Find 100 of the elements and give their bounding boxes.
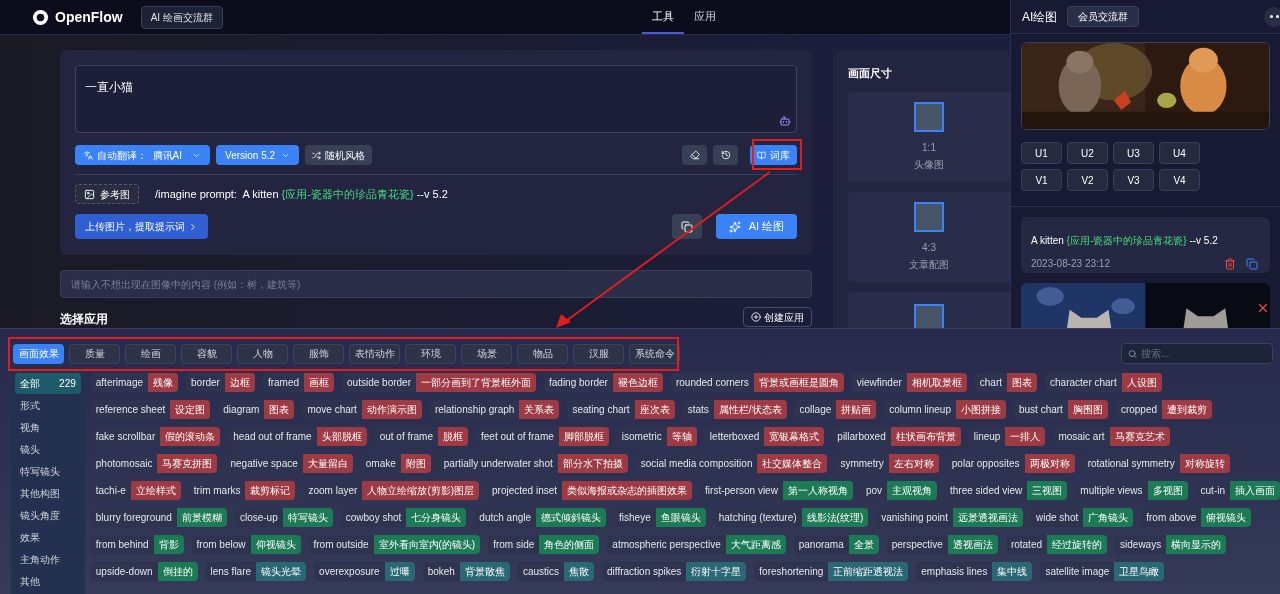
- create-app-button[interactable]: 创建应用: [743, 307, 812, 327]
- keyword-tag[interactable]: multiple views 多视图: [1075, 481, 1188, 500]
- keyword-tag[interactable]: foreshortening 正前缩距透视法: [754, 562, 909, 581]
- size-option[interactable]: 1:1 头像图: [848, 91, 1010, 182]
- keyword-tag[interactable]: caustics 焦散: [517, 562, 595, 581]
- keyword-tag[interactable]: reference sheet 设定图: [90, 400, 211, 419]
- keyword-tag[interactable]: panorama 全景: [793, 535, 879, 554]
- version-dropdown[interactable]: Version 5.2: [216, 145, 300, 165]
- keyword-tag[interactable]: move chart 动作演示图: [302, 400, 422, 419]
- reference-image-button[interactable]: 参考图: [75, 184, 139, 204]
- category-tab[interactable]: 物品: [517, 343, 568, 364]
- category-tab[interactable]: 绘画: [125, 343, 176, 364]
- keyword-tag[interactable]: stats 属性栏/状态表: [682, 400, 787, 419]
- more-button[interactable]: [1264, 6, 1280, 27]
- keyword-tag[interactable]: afterimage 残像: [90, 373, 179, 392]
- copy-button[interactable]: [672, 214, 702, 239]
- group-item[interactable]: 主角动作: [15, 549, 81, 570]
- random-style-button[interactable]: 随机风格: [305, 145, 373, 165]
- keyword-tag[interactable]: bust chart 胸围图: [1014, 400, 1108, 419]
- keyword-tag[interactable]: satellite image 卫星鸟瞰: [1040, 562, 1165, 581]
- variation-button[interactable]: V3: [1113, 169, 1154, 191]
- nav-tab[interactable]: 工具: [641, 0, 684, 34]
- keyword-tag[interactable]: blurry foreground 前景模糊: [90, 508, 227, 527]
- keyword-tag[interactable]: zoom layer 人物立绘缩放(剪影)图层: [303, 481, 480, 500]
- keyword-tag[interactable]: outside border 一部分画到了背景框外面: [342, 373, 536, 392]
- keyword-tag[interactable]: vanishing point 远景透视画法: [876, 508, 1023, 527]
- keyword-tag[interactable]: lens flare 镜头光晕: [205, 562, 307, 581]
- keyword-tag[interactable]: bokeh 背景散焦: [422, 562, 510, 581]
- delete-icon[interactable]: [1224, 257, 1236, 270]
- keyword-tag[interactable]: column lineup 小图拼接: [884, 400, 1006, 419]
- keyword-tag[interactable]: seating chart 座次表: [567, 400, 675, 419]
- keyword-tag[interactable]: hatching (texture) 线影法(纹理): [713, 508, 869, 527]
- keyword-tag[interactable]: from outside 室外看向室内(的镜头): [308, 535, 481, 554]
- keyword-tag[interactable]: pov 主观视角: [860, 481, 938, 500]
- upscale-button[interactable]: U1: [1021, 142, 1062, 164]
- member-group-button[interactable]: 会员交流群: [1067, 6, 1140, 27]
- keyword-tag[interactable]: rotated 经过旋转的: [1005, 535, 1108, 554]
- nav-tab[interactable]: 应用: [683, 0, 726, 34]
- group-item[interactable]: 其他构图: [15, 483, 81, 504]
- group-item[interactable]: 视角: [15, 417, 81, 438]
- group-item[interactable]: 镜头角度: [15, 505, 81, 526]
- category-tab[interactable]: 质量: [69, 343, 120, 364]
- keyword-tag[interactable]: relationship graph 关系表: [429, 400, 560, 419]
- size-option[interactable]: 4:3 文章配图: [848, 191, 1010, 282]
- draw-button[interactable]: AI 绘图: [716, 214, 797, 239]
- keyword-tag[interactable]: collage 拼贴画: [794, 400, 877, 419]
- keyword-tag[interactable]: cowboy shot 七分身镜头: [340, 508, 467, 527]
- keyword-tag[interactable]: from above 俯视镜头: [1141, 508, 1252, 527]
- keyword-tag[interactable]: fisheye 鱼眼镜头: [614, 508, 706, 527]
- keyword-tag[interactable]: from below 仰视镜头: [191, 535, 301, 554]
- keyword-tag[interactable]: perspective 透视画法: [886, 535, 998, 554]
- negative-prompt-input[interactable]: 请输入不想出现在图像中的内容 (例如：树，建筑等): [71, 276, 801, 292]
- prompt-field[interactable]: 一直小猫: [75, 65, 797, 133]
- keyword-tag[interactable]: from behind 背影: [90, 535, 184, 554]
- group-item[interactable]: 其他: [15, 571, 81, 592]
- keyword-tag[interactable]: diagram 图表: [218, 400, 295, 419]
- category-tab[interactable]: 系统命令: [629, 343, 680, 364]
- group-item[interactable]: 特写镜头: [15, 461, 81, 482]
- keyword-tag[interactable]: from side 角色的侧面: [488, 535, 600, 554]
- assistant-icon[interactable]: [779, 115, 791, 127]
- category-tab[interactable]: 表情动作: [349, 343, 400, 364]
- variation-button[interactable]: V4: [1159, 169, 1200, 191]
- keyword-tag[interactable]: character chart 人设图: [1045, 373, 1162, 392]
- upscale-button[interactable]: U4: [1159, 142, 1200, 164]
- category-tab[interactable]: 画面效果: [13, 343, 64, 364]
- keyword-tag[interactable]: border 边框: [186, 373, 255, 392]
- upscale-button[interactable]: U2: [1067, 142, 1108, 164]
- keyword-tag[interactable]: framed 画框: [262, 373, 335, 392]
- copy-icon[interactable]: [1246, 257, 1258, 270]
- keyword-tag[interactable]: upside-down 倒挂的: [90, 562, 198, 581]
- category-tab[interactable]: 人物: [237, 343, 288, 364]
- category-tab[interactable]: 场景: [461, 343, 512, 364]
- keyword-tag[interactable]: dutch angle 德式倾斜镜头: [474, 508, 607, 527]
- search-input[interactable]: 搜索...: [1141, 346, 1266, 361]
- search-field[interactable]: 搜索...: [1121, 343, 1273, 364]
- variation-button[interactable]: V2: [1067, 169, 1108, 191]
- category-tab[interactable]: 容貌: [181, 343, 232, 364]
- upload-image-button[interactable]: 上传图片，提取提示词: [75, 214, 208, 239]
- keyword-tag[interactable]: sideways 横向显示的: [1115, 535, 1227, 554]
- keyword-tag[interactable]: emphasis lines 集中线: [916, 562, 1033, 581]
- keyword-tag[interactable]: trim marks 裁剪标记: [188, 481, 296, 500]
- keyword-tag[interactable]: close-up 特写镜头: [234, 508, 333, 527]
- keyword-tag[interactable]: fading border 褪色边框: [544, 373, 663, 392]
- group-item[interactable]: 效果: [15, 527, 81, 548]
- keyword-tag[interactable]: viewfinder 相机取景框: [851, 373, 967, 392]
- history-button[interactable]: [713, 145, 738, 165]
- keyword-tag[interactable]: diffraction spikes 衍射十字星: [602, 562, 747, 581]
- upscale-button[interactable]: U3: [1113, 142, 1154, 164]
- group-badge[interactable]: AI 绘画交流群: [140, 5, 223, 29]
- keyword-tag[interactable]: chart 图表: [974, 373, 1038, 392]
- library-button[interactable]: 词库: [750, 145, 797, 165]
- translate-dropdown[interactable]: 自动翻译： 腾讯AI: [75, 145, 210, 165]
- variation-button[interactable]: V1: [1021, 169, 1062, 191]
- category-tab[interactable]: 环境: [405, 343, 456, 364]
- category-tab[interactable]: 服饰: [293, 343, 344, 364]
- eraser-button[interactable]: [682, 145, 707, 165]
- keyword-tag[interactable]: wide shot 广角镜头: [1030, 508, 1134, 527]
- keyword-tag[interactable]: three sided view 三视图: [945, 481, 1068, 500]
- negative-prompt-field[interactable]: 请输入不想出现在图像中的内容 (例如：树，建筑等): [60, 270, 812, 298]
- close-icon[interactable]: [1256, 301, 1270, 315]
